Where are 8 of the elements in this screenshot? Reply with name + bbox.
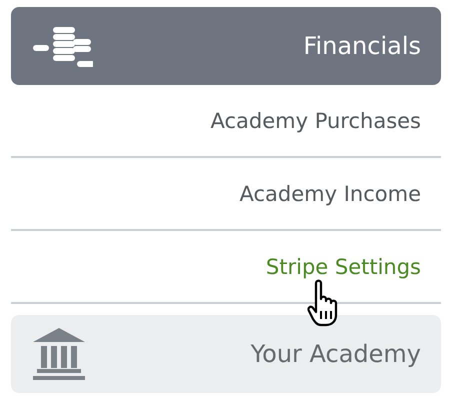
menu-link[interactable]: Stripe Settings [266, 254, 421, 278]
menu-link[interactable]: Academy Income [240, 182, 421, 206]
section-header[interactable]: Your Academy [11, 315, 441, 393]
bank-icon [33, 328, 85, 380]
section-title: Financials [303, 32, 421, 60]
section-title: Your Academy [250, 340, 421, 368]
menu-link[interactable]: Academy Purchases [210, 108, 421, 132]
section-header[interactable]: Financials [11, 7, 441, 85]
